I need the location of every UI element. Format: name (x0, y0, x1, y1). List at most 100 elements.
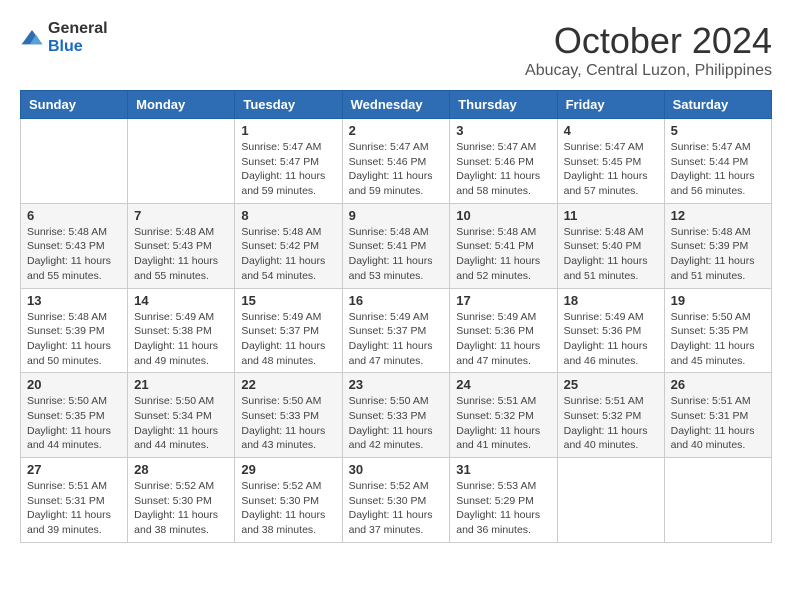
day-number: 8 (241, 208, 335, 223)
calendar-cell: 8 Sunrise: 5:48 AM Sunset: 5:42 PM Daylig… (235, 203, 342, 288)
day-info: Sunrise: 5:49 AM Sunset: 5:36 PM Dayligh… (564, 310, 658, 369)
calendar-cell: 30 Sunrise: 5:52 AM Sunset: 5:30 PM Dayli… (342, 458, 450, 543)
day-number: 26 (671, 377, 765, 392)
calendar-week-row: 27 Sunrise: 5:51 AM Sunset: 5:31 PM Dayli… (21, 458, 772, 543)
calendar-week-row: 1Sunrise: 5:47 AM Sunset: 5:47 PM Daylig… (21, 119, 772, 204)
calendar-cell: 22 Sunrise: 5:50 AM Sunset: 5:33 PM Dayli… (235, 373, 342, 458)
day-info: Sunrise: 5:49 AM Sunset: 5:37 PM Dayligh… (241, 310, 335, 369)
day-info: Sunrise: 5:48 AM Sunset: 5:39 PM Dayligh… (671, 225, 765, 284)
day-info: Sunrise: 5:49 AM Sunset: 5:36 PM Dayligh… (456, 310, 550, 369)
calendar-cell: 13 Sunrise: 5:48 AM Sunset: 5:39 PM Dayli… (21, 288, 128, 373)
day-info: Sunrise: 5:51 AM Sunset: 5:32 PM Dayligh… (456, 394, 550, 453)
day-info: Sunrise: 5:47 AM Sunset: 5:46 PM Dayligh… (349, 140, 444, 199)
day-number: 31 (456, 462, 550, 477)
calendar-cell: 2 Sunrise: 5:47 AM Sunset: 5:46 PM Daylig… (342, 119, 450, 204)
calendar-cell (557, 458, 664, 543)
day-number: 29 (241, 462, 335, 477)
day-info: Sunrise: 5:49 AM Sunset: 5:38 PM Dayligh… (134, 310, 228, 369)
day-number: 19 (671, 293, 765, 308)
calendar-cell: 23 Sunrise: 5:50 AM Sunset: 5:33 PM Dayli… (342, 373, 450, 458)
calendar-cell: 29 Sunrise: 5:52 AM Sunset: 5:30 PM Dayli… (235, 458, 342, 543)
day-number: 1 (241, 123, 335, 138)
day-info: Sunrise: 5:47 AM Sunset: 5:44 PM Dayligh… (671, 140, 765, 199)
calendar-cell: 18 Sunrise: 5:49 AM Sunset: 5:36 PM Dayli… (557, 288, 664, 373)
calendar-cell: 3 Sunrise: 5:47 AM Sunset: 5:46 PM Daylig… (450, 119, 557, 204)
day-number: 15 (241, 293, 335, 308)
day-info: Sunrise: 5:47 AM Sunset: 5:46 PM Dayligh… (456, 140, 550, 199)
calendar-cell: 17 Sunrise: 5:49 AM Sunset: 5:36 PM Dayli… (450, 288, 557, 373)
day-number: 22 (241, 377, 335, 392)
calendar-cell: 25Sunrise: 5:51 AM Sunset: 5:32 PM Dayli… (557, 373, 664, 458)
day-info: Sunrise: 5:48 AM Sunset: 5:43 PM Dayligh… (134, 225, 228, 284)
calendar-cell: 24 Sunrise: 5:51 AM Sunset: 5:32 PM Dayli… (450, 373, 557, 458)
column-header-wednesday: Wednesday (342, 91, 450, 119)
calendar-cell: 6 Sunrise: 5:48 AM Sunset: 5:43 PM Daylig… (21, 203, 128, 288)
day-info: Sunrise: 5:52 AM Sunset: 5:30 PM Dayligh… (241, 479, 335, 538)
day-number: 23 (349, 377, 444, 392)
day-info: Sunrise: 5:50 AM Sunset: 5:33 PM Dayligh… (349, 394, 444, 453)
calendar-body: 1Sunrise: 5:47 AM Sunset: 5:47 PM Daylig… (21, 119, 772, 543)
calendar-cell: 16 Sunrise: 5:49 AM Sunset: 5:37 PM Dayli… (342, 288, 450, 373)
month-title: October 2024 (525, 20, 772, 62)
calendar-cell: 9 Sunrise: 5:48 AM Sunset: 5:41 PM Daylig… (342, 203, 450, 288)
logo-text-blue: Blue (48, 38, 83, 55)
calendar-week-row: 20 Sunrise: 5:50 AM Sunset: 5:35 PM Dayli… (21, 373, 772, 458)
day-number: 17 (456, 293, 550, 308)
day-number: 3 (456, 123, 550, 138)
calendar-cell: 1Sunrise: 5:47 AM Sunset: 5:47 PM Daylig… (235, 119, 342, 204)
calendar-cell: 21Sunrise: 5:50 AM Sunset: 5:34 PM Dayli… (128, 373, 235, 458)
logo-icon (20, 28, 44, 48)
day-info: Sunrise: 5:51 AM Sunset: 5:32 PM Dayligh… (564, 394, 658, 453)
day-info: Sunrise: 5:51 AM Sunset: 5:31 PM Dayligh… (27, 479, 121, 538)
page-header: General Blue October 2024 Abucay, Centra… (20, 20, 772, 80)
day-info: Sunrise: 5:52 AM Sunset: 5:30 PM Dayligh… (134, 479, 228, 538)
day-info: Sunrise: 5:50 AM Sunset: 5:35 PM Dayligh… (27, 394, 121, 453)
day-info: Sunrise: 5:48 AM Sunset: 5:42 PM Dayligh… (241, 225, 335, 284)
column-header-friday: Friday (557, 91, 664, 119)
day-info: Sunrise: 5:48 AM Sunset: 5:39 PM Dayligh… (27, 310, 121, 369)
calendar-cell (21, 119, 128, 204)
calendar-header-row: SundayMondayTuesdayWednesdayThursdayFrid… (21, 91, 772, 119)
column-header-saturday: Saturday (664, 91, 771, 119)
day-info: Sunrise: 5:50 AM Sunset: 5:35 PM Dayligh… (671, 310, 765, 369)
calendar-cell: 11Sunrise: 5:48 AM Sunset: 5:40 PM Dayli… (557, 203, 664, 288)
logo-text-general: General (48, 20, 108, 37)
calendar-cell: 5Sunrise: 5:47 AM Sunset: 5:44 PM Daylig… (664, 119, 771, 204)
column-header-sunday: Sunday (21, 91, 128, 119)
calendar-cell (664, 458, 771, 543)
day-number: 20 (27, 377, 121, 392)
column-header-monday: Monday (128, 91, 235, 119)
day-number: 30 (349, 462, 444, 477)
calendar-cell: 15 Sunrise: 5:49 AM Sunset: 5:37 PM Dayli… (235, 288, 342, 373)
day-info: Sunrise: 5:51 AM Sunset: 5:31 PM Dayligh… (671, 394, 765, 453)
day-number: 18 (564, 293, 658, 308)
calendar-cell (128, 119, 235, 204)
calendar-table: SundayMondayTuesdayWednesdayThursdayFrid… (20, 90, 772, 543)
day-info: Sunrise: 5:50 AM Sunset: 5:33 PM Dayligh… (241, 394, 335, 453)
calendar-cell: 27 Sunrise: 5:51 AM Sunset: 5:31 PM Dayli… (21, 458, 128, 543)
day-number: 4 (564, 123, 658, 138)
day-number: 2 (349, 123, 444, 138)
day-info: Sunrise: 5:48 AM Sunset: 5:41 PM Dayligh… (349, 225, 444, 284)
day-number: 7 (134, 208, 228, 223)
logo: General Blue (20, 20, 108, 56)
location-title: Abucay, Central Luzon, Philippines (525, 62, 772, 80)
calendar-cell: 19 Sunrise: 5:50 AM Sunset: 5:35 PM Dayli… (664, 288, 771, 373)
calendar-cell: 12Sunrise: 5:48 AM Sunset: 5:39 PM Dayli… (664, 203, 771, 288)
calendar-cell: 10Sunrise: 5:48 AM Sunset: 5:41 PM Dayli… (450, 203, 557, 288)
title-area: October 2024 Abucay, Central Luzon, Phil… (525, 20, 772, 80)
day-info: Sunrise: 5:49 AM Sunset: 5:37 PM Dayligh… (349, 310, 444, 369)
day-number: 27 (27, 462, 121, 477)
day-number: 16 (349, 293, 444, 308)
calendar-cell: 20 Sunrise: 5:50 AM Sunset: 5:35 PM Dayli… (21, 373, 128, 458)
day-number: 13 (27, 293, 121, 308)
day-number: 9 (349, 208, 444, 223)
day-number: 28 (134, 462, 228, 477)
day-number: 6 (27, 208, 121, 223)
day-number: 10 (456, 208, 550, 223)
day-number: 24 (456, 377, 550, 392)
day-info: Sunrise: 5:52 AM Sunset: 5:30 PM Dayligh… (349, 479, 444, 538)
column-header-thursday: Thursday (450, 91, 557, 119)
day-info: Sunrise: 5:48 AM Sunset: 5:43 PM Dayligh… (27, 225, 121, 284)
day-info: Sunrise: 5:50 AM Sunset: 5:34 PM Dayligh… (134, 394, 228, 453)
